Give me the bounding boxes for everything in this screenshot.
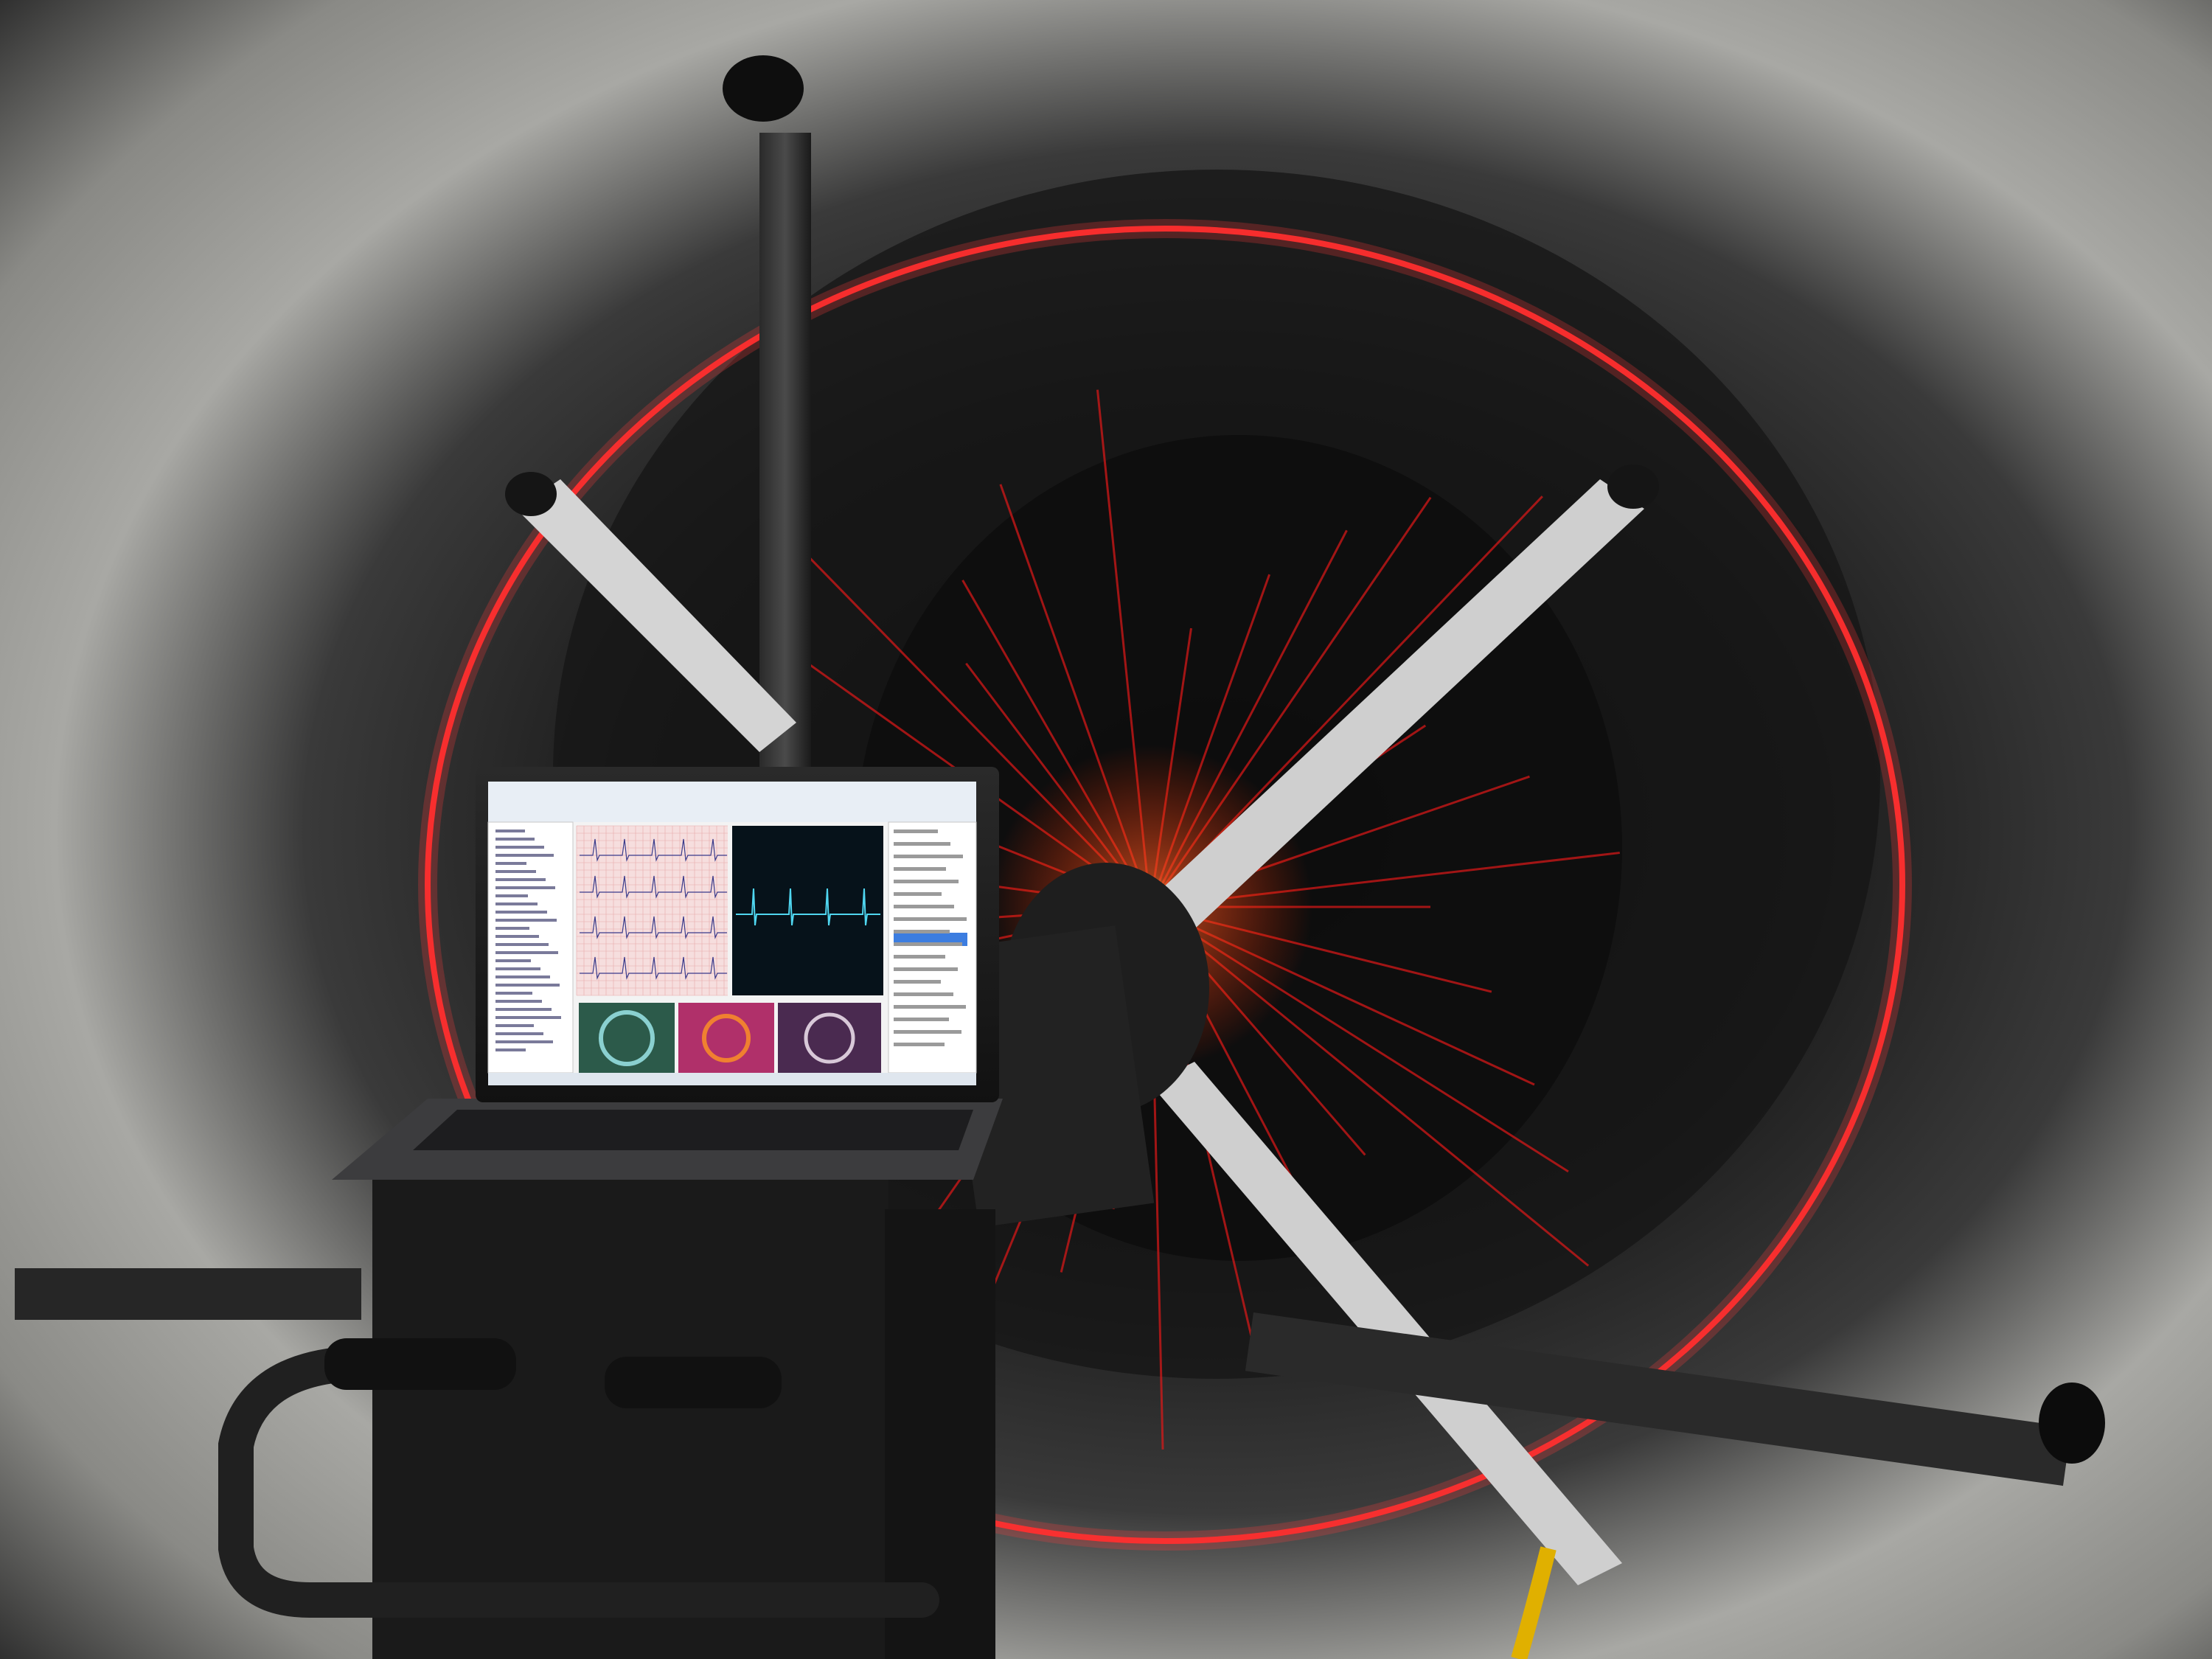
panel-row (894, 892, 942, 896)
arm-upper-left-foot (505, 472, 557, 516)
tree-row (495, 975, 550, 978)
tree-row (495, 870, 536, 873)
panel-row (894, 942, 962, 946)
tree-row (495, 919, 557, 922)
tree-row (495, 1000, 542, 1003)
handle-grip-right (605, 1357, 782, 1408)
panel-row (894, 880, 959, 883)
panel-row (894, 992, 953, 996)
tree-row (495, 951, 558, 954)
tree-row (495, 838, 535, 841)
app-taskbar (488, 1073, 976, 1085)
tree-row (495, 1048, 526, 1051)
panel-row (894, 905, 954, 908)
panel-row (894, 1018, 949, 1021)
app-right-panel (888, 821, 977, 1074)
panel-row (894, 1005, 966, 1009)
handle-grip-left (324, 1338, 516, 1390)
tree-row (495, 959, 531, 962)
tree-row (495, 1016, 561, 1019)
tree-row (495, 878, 546, 881)
tree-row (495, 967, 540, 970)
tree-row (495, 992, 532, 995)
tunnel-scanner-scene (0, 0, 2212, 1659)
panel-row (894, 1043, 945, 1046)
tree-row (495, 830, 525, 832)
tree-row (495, 886, 555, 889)
tree-row (495, 1008, 552, 1011)
tree-row (495, 894, 528, 897)
panel-row (894, 917, 967, 921)
panel-row (894, 830, 938, 833)
tree-row (495, 902, 538, 905)
tree-row (495, 846, 544, 849)
app-ribbon (488, 782, 976, 822)
panel-row (894, 980, 941, 984)
panel-row (894, 1030, 961, 1034)
tree-row (495, 1032, 543, 1035)
tree-row (495, 984, 560, 987)
tree-row (495, 943, 549, 946)
panel-row (894, 867, 946, 871)
tree-row (495, 854, 554, 857)
arm-right-foot (2039, 1382, 2105, 1464)
tree-row (495, 935, 539, 938)
arm-left (15, 1268, 361, 1320)
panel-row (894, 855, 963, 858)
arm-upper-right-foot (1607, 465, 1659, 509)
tree-row (495, 1024, 534, 1027)
panel-row (894, 842, 950, 846)
tree-row (495, 1040, 553, 1043)
panel-row (894, 930, 950, 933)
arm-top-foot (723, 55, 804, 122)
panel-row (894, 955, 945, 959)
tree-row (495, 862, 526, 865)
tree-row (495, 911, 547, 914)
tree-row (495, 927, 529, 930)
laptop-keyboard (413, 1110, 973, 1150)
panel-row (894, 967, 958, 971)
arm-top (759, 133, 811, 789)
